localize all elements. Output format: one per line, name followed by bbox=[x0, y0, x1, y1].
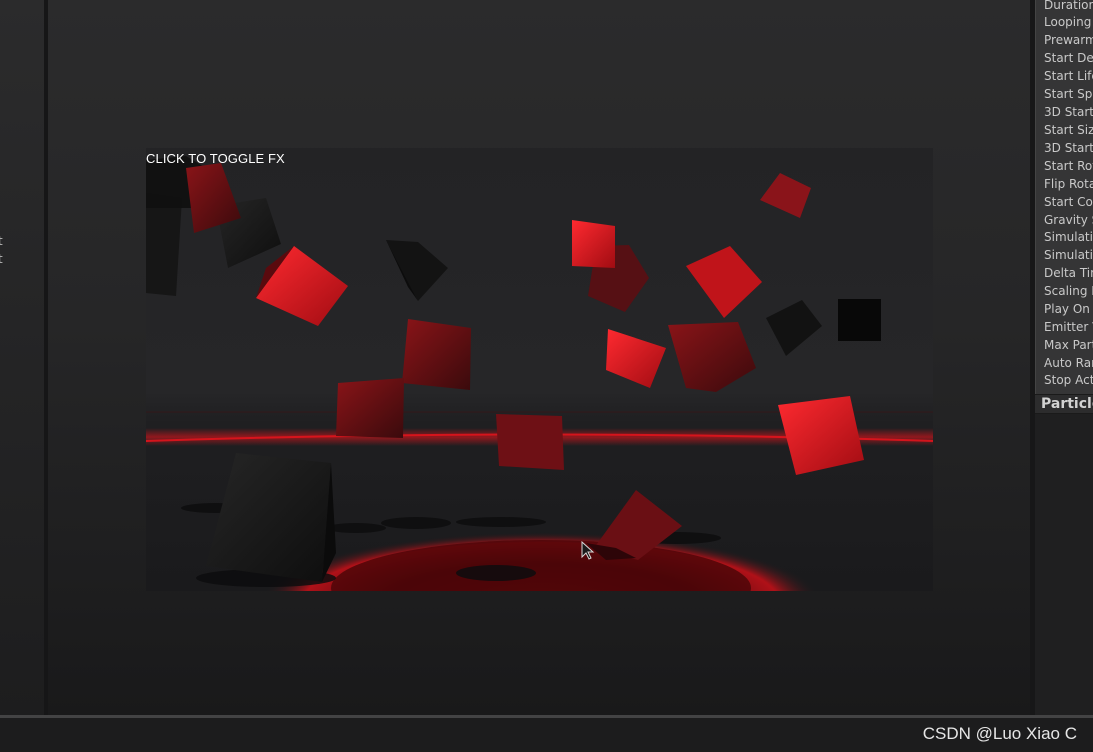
property-start-delay[interactable]: Start Delay bbox=[1044, 49, 1093, 67]
app-window: t t CLICK TO TOGGLE FX Duration Looping … bbox=[0, 0, 1093, 752]
particle-system-section-header[interactable]: Particle System bbox=[1035, 394, 1093, 414]
property-emitter-velocity[interactable]: Emitter Velocity bbox=[1044, 318, 1093, 336]
property-max-particles[interactable]: Max Particles bbox=[1044, 336, 1093, 354]
scene-render bbox=[146, 156, 933, 591]
property-auto-random-seed[interactable]: Auto Random Seed bbox=[1044, 354, 1093, 372]
left-dock-panel: t t bbox=[0, 0, 44, 715]
property-3d-start-size[interactable]: 3D Start Size bbox=[1044, 103, 1093, 121]
left-panel-text: t t bbox=[0, 232, 3, 268]
property-looping[interactable]: Looping bbox=[1044, 13, 1093, 31]
section-header-label: Particle System bbox=[1041, 396, 1093, 412]
property-start-lifetime[interactable]: Start Lifetime bbox=[1044, 67, 1093, 85]
property-duration[interactable]: Duration bbox=[1044, 0, 1093, 14]
property-start-rotation[interactable]: Start Rotation bbox=[1044, 157, 1093, 175]
property-3d-start-rotation[interactable]: 3D Start Rotation bbox=[1044, 139, 1093, 157]
main-module-properties: Duration Looping Prewarm Start Delay Sta… bbox=[1035, 0, 1093, 394]
property-stop-action[interactable]: Stop Action bbox=[1044, 371, 1093, 389]
property-delta-time[interactable]: Delta Time bbox=[1044, 264, 1093, 282]
property-start-size[interactable]: Start Size bbox=[1044, 121, 1093, 139]
game-viewport[interactable]: CLICK TO TOGGLE FX bbox=[146, 148, 933, 591]
inspector-panel: Duration Looping Prewarm Start Delay Sta… bbox=[1035, 0, 1093, 715]
status-bar: CSDN @Luo Xiao C bbox=[0, 718, 1093, 752]
property-flip-rotation[interactable]: Flip Rotation bbox=[1044, 175, 1093, 193]
watermark-text: CSDN @Luo Xiao C bbox=[922, 724, 1077, 743]
property-scaling-mode[interactable]: Scaling Mode bbox=[1044, 282, 1093, 300]
left-panel-line: t bbox=[0, 252, 3, 266]
property-prewarm[interactable]: Prewarm bbox=[1044, 31, 1093, 49]
property-simulation-space[interactable]: Simulation Space bbox=[1044, 228, 1093, 246]
mouse-pointer-icon bbox=[581, 541, 595, 560]
property-play-on-awake[interactable]: Play On Awake bbox=[1044, 300, 1093, 318]
left-panel-line: t bbox=[0, 234, 3, 248]
toggle-fx-label[interactable]: CLICK TO TOGGLE FX bbox=[146, 151, 285, 166]
property-gravity-source[interactable]: Gravity Source bbox=[1044, 211, 1093, 229]
property-start-speed[interactable]: Start Speed bbox=[1044, 85, 1093, 103]
property-start-color[interactable]: Start Color bbox=[1044, 193, 1093, 211]
property-simulation-speed[interactable]: Simulation Speed bbox=[1044, 246, 1093, 264]
